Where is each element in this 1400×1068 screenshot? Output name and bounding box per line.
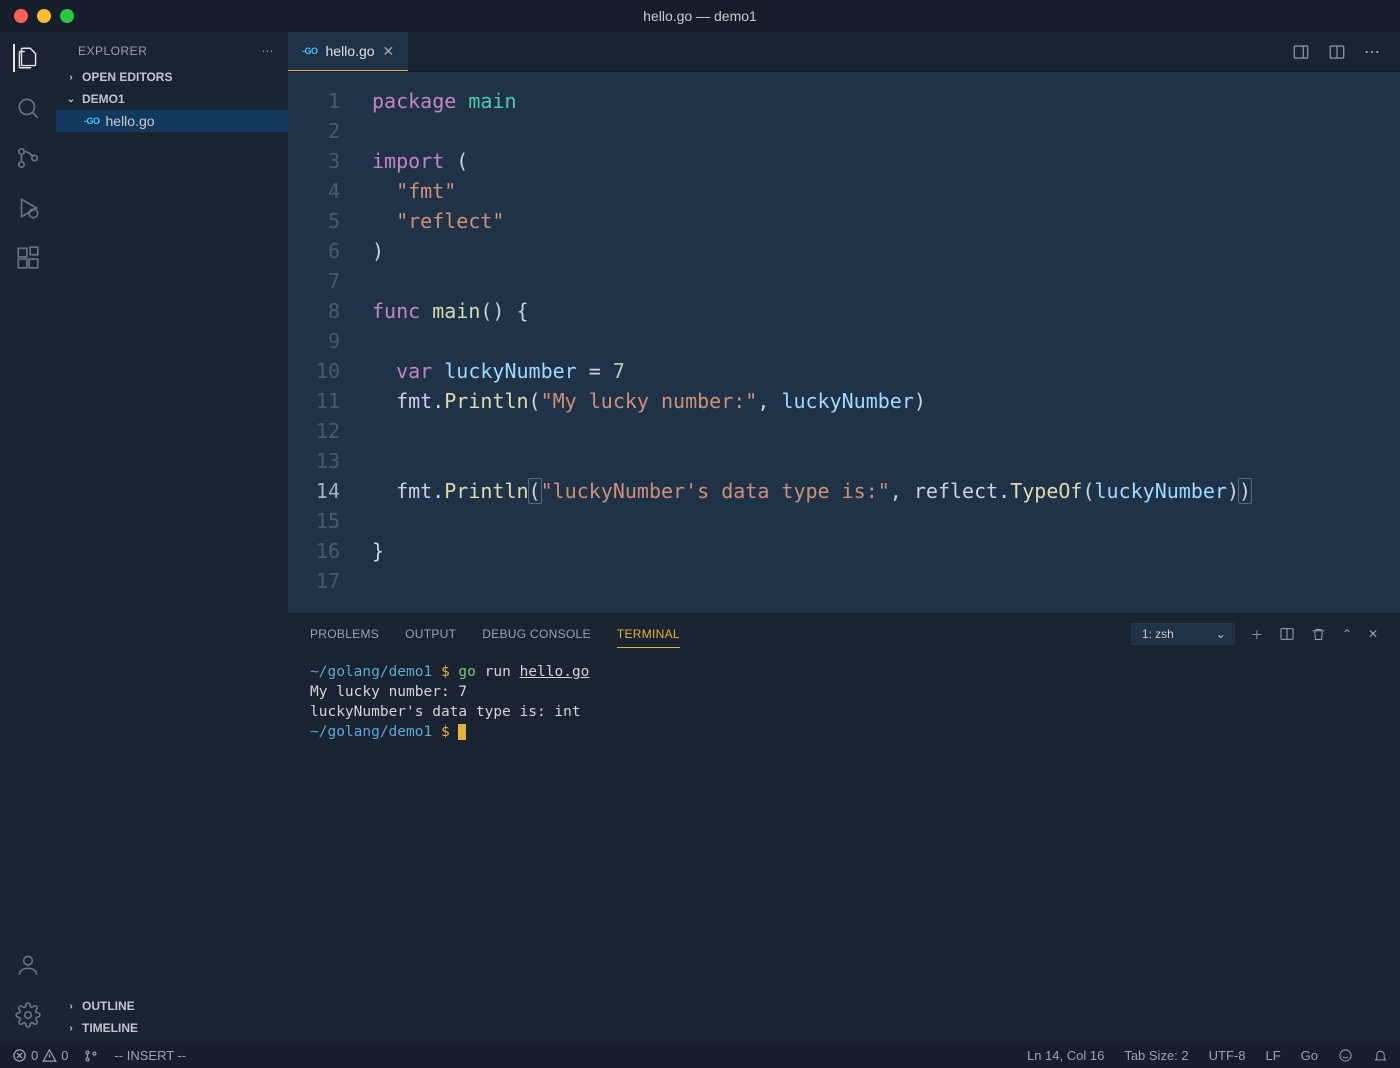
close-tab-icon[interactable]: ✕ [383, 43, 395, 60]
chevron-right-icon: › [64, 72, 78, 83]
terminal-line: ~/golang/demo1 $ go run hello.go [310, 662, 1378, 682]
split-editor-icon[interactable] [1328, 43, 1346, 61]
search-icon[interactable] [14, 94, 42, 122]
status-errors[interactable]: 0 0 [12, 1048, 68, 1063]
status-vim-mode: -- INSERT -- [114, 1048, 186, 1063]
file-item-hello-go[interactable]: -GO hello.go [56, 110, 288, 132]
chevron-down-icon: ⌄ [1216, 627, 1226, 641]
split-terminal-icon[interactable] [1279, 626, 1295, 642]
editor-tab-bar: -GO hello.go ✕ ⋯ [288, 32, 1400, 72]
terminal-line: My lucky number: 7 [310, 682, 1378, 702]
toggle-secondary-sidebar-icon[interactable] [1292, 43, 1310, 61]
status-line-col[interactable]: Ln 14, Col 16 [1027, 1048, 1104, 1063]
more-actions-icon[interactable]: ⋯ [1364, 42, 1380, 62]
status-bar: 0 0 -- INSERT -- Ln 14, Col 16 Tab Size:… [0, 1043, 1400, 1068]
chevron-right-icon: › [64, 1023, 78, 1034]
terminal-content[interactable]: ~/golang/demo1 $ go run hello.go My luck… [288, 654, 1400, 1043]
terminal-line: ~/golang/demo1 $ [310, 722, 1378, 742]
outline-section[interactable]: › OUTLINE [56, 995, 288, 1017]
terminal-selector[interactable]: 1: zsh ⌄ [1131, 623, 1235, 645]
status-git-branch[interactable] [84, 1049, 98, 1063]
debug-icon[interactable] [14, 194, 42, 222]
close-window-button[interactable] [14, 9, 28, 23]
new-terminal-icon[interactable]: ＋ [1251, 626, 1263, 643]
accounts-icon[interactable] [14, 951, 42, 979]
maximize-panel-icon[interactable]: ⌃ [1342, 627, 1352, 641]
maximize-window-button[interactable] [60, 9, 74, 23]
go-file-icon: -GO [84, 116, 100, 126]
explorer-more-icon[interactable]: ⋯ [262, 44, 275, 58]
explorer-sidebar: EXPLORER ⋯ › OPEN EDITORS ⌄ DEMO1 -GO he… [56, 32, 288, 1043]
panel-tab-terminal[interactable]: TERMINAL [617, 627, 680, 648]
panel-tab-debug-console[interactable]: DEBUG CONSOLE [482, 627, 591, 641]
panel-tab-bar: PROBLEMS OUTPUT DEBUG CONSOLE TERMINAL 1… [288, 614, 1400, 654]
window-controls [0, 9, 74, 23]
activity-bar [0, 32, 56, 1043]
tab-hello-go[interactable]: -GO hello.go ✕ [288, 32, 408, 71]
title-bar: hello.go — demo1 [0, 0, 1400, 32]
explorer-icon[interactable] [13, 44, 41, 72]
settings-gear-icon[interactable] [14, 1001, 42, 1029]
terminal-line: luckyNumber's data type is: int [310, 702, 1378, 722]
close-panel-icon[interactable]: ✕ [1368, 627, 1378, 641]
status-eol[interactable]: LF [1265, 1048, 1280, 1063]
go-file-icon: -GO [302, 46, 318, 56]
kill-terminal-icon[interactable] [1311, 627, 1326, 642]
bottom-panel: PROBLEMS OUTPUT DEBUG CONSOLE TERMINAL 1… [288, 613, 1400, 1043]
status-language[interactable]: Go [1301, 1048, 1318, 1063]
chevron-right-icon: › [64, 1001, 78, 1012]
window-title: hello.go — demo1 [643, 8, 757, 24]
terminal-cursor [458, 724, 466, 740]
status-feedback-icon[interactable] [1338, 1048, 1353, 1063]
explorer-title: EXPLORER [78, 44, 147, 58]
code-editor[interactable]: 1234567891011121314151617 package mainim… [288, 72, 1400, 613]
line-number-gutter: 1234567891011121314151617 [288, 72, 360, 613]
status-tab-size[interactable]: Tab Size: 2 [1124, 1048, 1188, 1063]
source-control-icon[interactable] [14, 144, 42, 172]
code-content[interactable]: package mainimport ( "fmt" "reflect")fun… [360, 72, 1400, 613]
timeline-section[interactable]: › TIMELINE [56, 1017, 288, 1039]
extensions-icon[interactable] [14, 244, 42, 272]
status-notifications-icon[interactable] [1373, 1048, 1388, 1063]
open-editors-section[interactable]: › OPEN EDITORS [56, 66, 288, 88]
chevron-down-icon: ⌄ [64, 94, 78, 105]
minimize-window-button[interactable] [37, 9, 51, 23]
project-section[interactable]: ⌄ DEMO1 [56, 88, 288, 110]
status-encoding[interactable]: UTF-8 [1209, 1048, 1246, 1063]
panel-tab-output[interactable]: OUTPUT [405, 627, 456, 641]
panel-tab-problems[interactable]: PROBLEMS [310, 627, 379, 641]
